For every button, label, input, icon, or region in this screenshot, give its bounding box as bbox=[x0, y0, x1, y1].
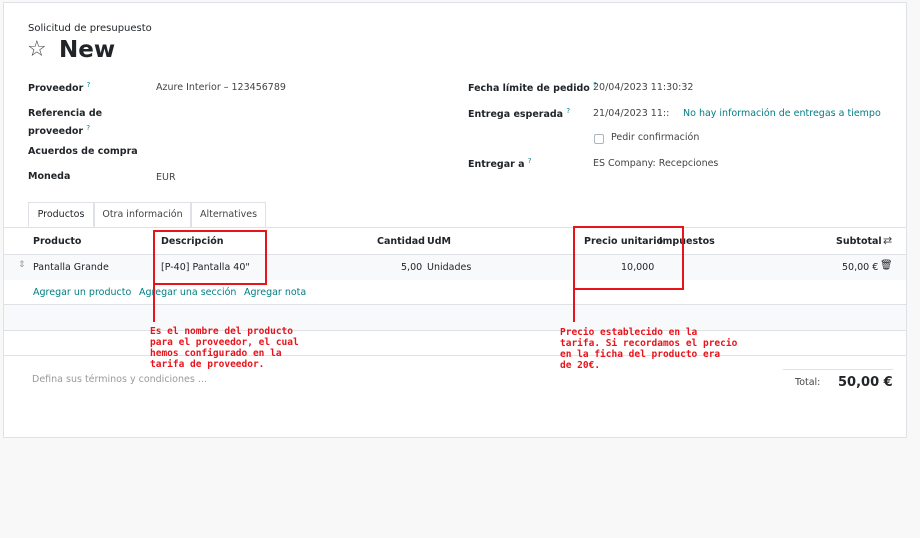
order-deadline-field[interactable]: 20/04/2023 11:30:32 bbox=[593, 82, 693, 93]
purchase-agreement-label: Acuerdos de compra bbox=[28, 146, 138, 157]
total-value: 50,00 € bbox=[838, 375, 893, 390]
purchase-form-sheet: Solicitud de presupuesto ☆ New Proveedor… bbox=[3, 2, 907, 438]
deliver-to-label: Entregar a ? bbox=[468, 157, 532, 171]
tabs-divider bbox=[4, 227, 906, 228]
description-callout-line bbox=[153, 285, 155, 322]
description-annotation: Es el nombre del producto para el provee… bbox=[150, 326, 299, 370]
ask-confirmation-label: Pedir confirmación bbox=[611, 132, 700, 143]
row-divider bbox=[4, 355, 906, 356]
row-product[interactable]: Pantalla Grande bbox=[33, 262, 109, 273]
page-title: New bbox=[59, 37, 116, 63]
tab-alternatives[interactable]: Alternatives bbox=[191, 202, 266, 227]
col-quantity[interactable]: Cantidad bbox=[377, 236, 425, 247]
add-product-link[interactable]: Agregar un producto bbox=[33, 287, 131, 298]
expected-arrival-label: Entrega esperada ? bbox=[468, 107, 571, 121]
help-icon[interactable]: ? bbox=[87, 81, 91, 89]
on-time-info: No hay información de entregas a tiempo bbox=[683, 108, 881, 119]
description-highlight-box bbox=[153, 230, 267, 285]
deliver-to-field[interactable]: ES Company: Recepciones bbox=[593, 158, 718, 169]
row-subtotal: 50,00 € bbox=[842, 262, 879, 273]
drag-handle-icon[interactable]: ⇕ bbox=[18, 260, 26, 270]
trash-icon[interactable]: 🗑 bbox=[880, 260, 893, 271]
add-note-link[interactable]: Agregar nota bbox=[244, 287, 306, 298]
help-icon[interactable]: ? bbox=[528, 157, 532, 165]
col-uom[interactable]: UdM bbox=[427, 236, 451, 247]
price-highlight-box bbox=[573, 226, 684, 290]
tab-other-info[interactable]: Otra información bbox=[94, 202, 191, 227]
terms-input[interactable]: Defina sus términos y condiciones ... bbox=[32, 374, 207, 385]
star-outline-icon[interactable]: ☆ bbox=[27, 39, 47, 61]
empty-row bbox=[4, 305, 906, 330]
ask-confirmation-checkbox[interactable] bbox=[594, 134, 604, 144]
total-divider bbox=[783, 369, 893, 370]
table-row[interactable]: ⇕ Pantalla Grande [P-40] Pantalla 40" 5,… bbox=[4, 255, 906, 280]
help-icon[interactable]: ? bbox=[86, 124, 90, 132]
row-uom[interactable]: Unidades bbox=[427, 262, 471, 273]
help-icon[interactable]: ? bbox=[566, 107, 570, 115]
order-deadline-label: Fecha límite de pedido ? bbox=[468, 81, 597, 95]
currency-field[interactable]: EUR bbox=[156, 172, 176, 183]
col-subtotal[interactable]: Subtotal bbox=[836, 236, 882, 247]
vendor-label: Proveedor ? bbox=[28, 81, 91, 95]
price-callout-line bbox=[573, 290, 575, 322]
breadcrumb[interactable]: Solicitud de presupuesto bbox=[28, 23, 152, 34]
col-product[interactable]: Producto bbox=[33, 236, 81, 247]
vendor-reference-label: Referencia de proveedor ? bbox=[28, 108, 103, 138]
currency-label: Moneda bbox=[28, 171, 71, 182]
adjust-columns-icon[interactable]: ⇄ bbox=[883, 234, 892, 247]
tab-products[interactable]: Productos bbox=[28, 202, 94, 227]
row-divider bbox=[4, 330, 906, 331]
vendor-reference-input[interactable] bbox=[156, 107, 436, 121]
total-label: Total: bbox=[795, 377, 821, 388]
price-annotation: Precio establecido en la tarifa. Si reco… bbox=[560, 327, 738, 371]
purchase-agreement-input[interactable] bbox=[156, 145, 436, 159]
expected-arrival-field[interactable]: 21/04/2023 11:: bbox=[593, 108, 669, 119]
row-quantity[interactable]: 5,00 bbox=[401, 262, 422, 273]
vendor-field[interactable]: Azure Interior – 123456789 bbox=[156, 82, 286, 93]
